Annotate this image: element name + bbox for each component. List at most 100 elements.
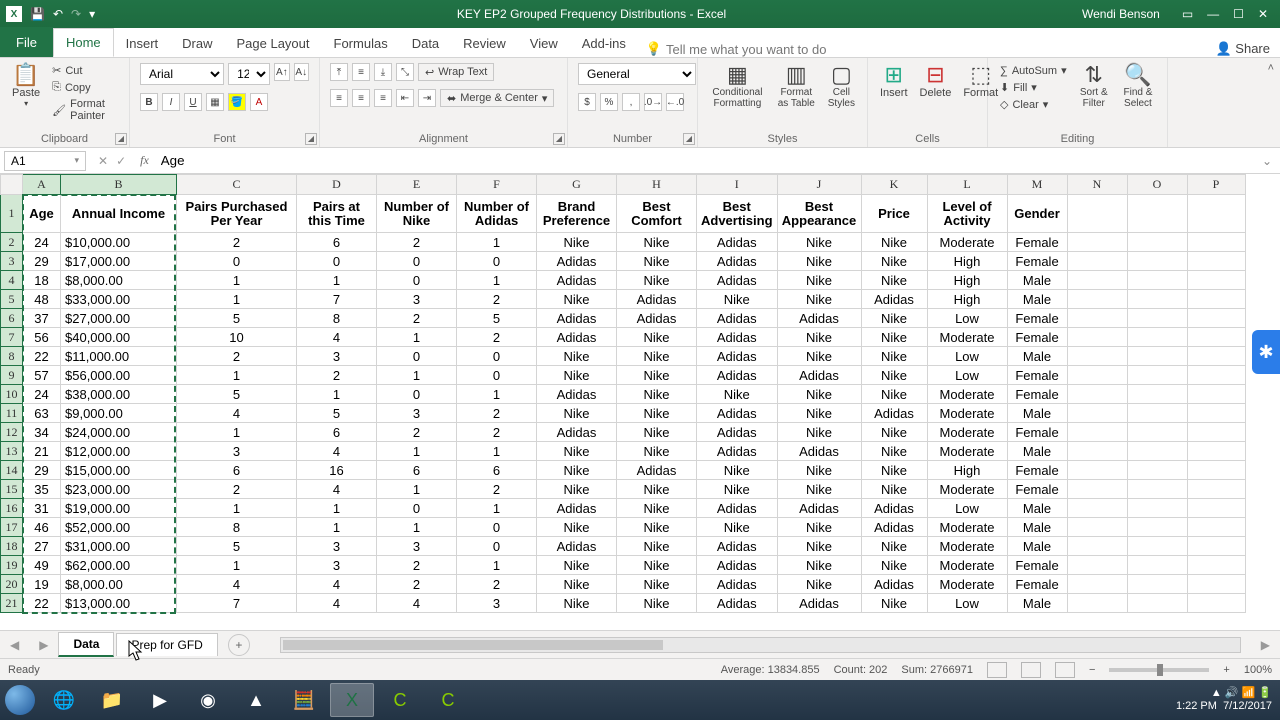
cell-F7[interactable]: 2 [457,328,537,347]
cell-P1[interactable] [1187,195,1245,233]
row-header-6[interactable]: 6 [1,309,23,328]
cell-D13[interactable]: 4 [297,442,377,461]
cell-I10[interactable]: Nike [697,385,778,404]
cell-M5[interactable]: Male [1007,290,1067,309]
cell-C20[interactable]: 4 [177,575,297,594]
cell-L12[interactable]: Moderate [927,423,1007,442]
cell-A21[interactable]: 22 [23,594,61,613]
cell-D5[interactable]: 7 [297,290,377,309]
cell-B6[interactable]: $27,000.00 [61,309,177,328]
cell-O3[interactable] [1127,252,1187,271]
tab-data[interactable]: Data [400,30,451,57]
cell-M11[interactable]: Male [1007,404,1067,423]
row-header-19[interactable]: 19 [1,556,23,575]
cell-E17[interactable]: 1 [377,518,457,537]
cell-J2[interactable]: Nike [777,233,861,252]
maximize-icon[interactable]: ☐ [1233,7,1244,21]
cell-C18[interactable]: 5 [177,537,297,556]
cell-L16[interactable]: Low [927,499,1007,518]
cell-N19[interactable] [1067,556,1127,575]
cell-A2[interactable]: 24 [23,233,61,252]
cell-L13[interactable]: Moderate [927,442,1007,461]
cell-L14[interactable]: High [927,461,1007,480]
taskbar-app-icon[interactable]: C [426,683,470,717]
cell-F3[interactable]: 0 [457,252,537,271]
cell-B7[interactable]: $40,000.00 [61,328,177,347]
cell-A10[interactable]: 24 [23,385,61,404]
cell-I17[interactable]: Nike [697,518,778,537]
cell-J14[interactable]: Nike [777,461,861,480]
cell-J21[interactable]: Adidas [777,594,861,613]
cell-P3[interactable] [1187,252,1245,271]
taskbar-ie-icon[interactable]: 🌐 [42,683,86,717]
cell-G18[interactable]: Adidas [537,537,617,556]
add-sheet-button[interactable]: + [228,634,250,656]
col-header-B[interactable]: B [61,175,177,195]
taskbar-calc-icon[interactable]: 🧮 [282,683,326,717]
align-right-icon[interactable]: ≡ [374,89,392,107]
cell-H2[interactable]: Nike [617,233,697,252]
cell-H4[interactable]: Nike [617,271,697,290]
cell-I18[interactable]: Adidas [697,537,778,556]
cell-G15[interactable]: Nike [537,480,617,499]
cell-E19[interactable]: 2 [377,556,457,575]
taskbar-drive-icon[interactable]: ▲ [234,683,278,717]
cell-O17[interactable] [1127,518,1187,537]
cell-P16[interactable] [1187,499,1245,518]
cell-K16[interactable]: Adidas [861,499,927,518]
row-header-20[interactable]: 20 [1,575,23,594]
cell-P11[interactable] [1187,404,1245,423]
cell-C14[interactable]: 6 [177,461,297,480]
zoom-level[interactable]: 100% [1244,664,1272,676]
cell-F17[interactable]: 0 [457,518,537,537]
cell-E7[interactable]: 1 [377,328,457,347]
cell-G6[interactable]: Adidas [537,309,617,328]
cell-K11[interactable]: Adidas [861,404,927,423]
cell-L15[interactable]: Moderate [927,480,1007,499]
cell-L5[interactable]: High [927,290,1007,309]
cell-M10[interactable]: Female [1007,385,1067,404]
cell-B15[interactable]: $23,000.00 [61,480,177,499]
cell-M13[interactable]: Male [1007,442,1067,461]
cell-G7[interactable]: Adidas [537,328,617,347]
cell-K20[interactable]: Adidas [861,575,927,594]
spreadsheet-grid[interactable]: ABCDEFGHIJKLMNOP1AgeAnnual IncomePairs P… [0,174,1280,636]
cell-N21[interactable] [1067,594,1127,613]
cell-M2[interactable]: Female [1007,233,1067,252]
cell-C10[interactable]: 5 [177,385,297,404]
cell-L19[interactable]: Moderate [927,556,1007,575]
col-header-O[interactable]: O [1127,175,1187,195]
cell-A15[interactable]: 35 [23,480,61,499]
cell-O18[interactable] [1127,537,1187,556]
taskbar-media-icon[interactable]: ▶ [138,683,182,717]
cell-D8[interactable]: 3 [297,347,377,366]
cell-M1[interactable]: Gender [1007,195,1067,233]
cell-B11[interactable]: $9,000.00 [61,404,177,423]
autosum-button[interactable]: ∑ AutoSum ▾ [998,63,1069,78]
side-panel-toggle[interactable]: ✱ [1252,330,1280,374]
taskbar-chrome-icon[interactable]: ◉ [186,683,230,717]
cell-H10[interactable]: Nike [617,385,697,404]
cell-P9[interactable] [1187,366,1245,385]
view-layout-icon[interactable] [1021,662,1041,678]
cell-H8[interactable]: Nike [617,347,697,366]
cell-C1[interactable]: Pairs Purchased Per Year [177,195,297,233]
tab-insert[interactable]: Insert [114,30,171,57]
cell-O1[interactable] [1127,195,1187,233]
cell-K1[interactable]: Price [861,195,927,233]
cell-F2[interactable]: 1 [457,233,537,252]
fx-icon[interactable]: fx [134,153,155,168]
cell-D7[interactable]: 4 [297,328,377,347]
cell-B9[interactable]: $56,000.00 [61,366,177,385]
cell-C17[interactable]: 8 [177,518,297,537]
cell-E20[interactable]: 2 [377,575,457,594]
cell-E11[interactable]: 3 [377,404,457,423]
cell-D12[interactable]: 6 [297,423,377,442]
cell-C4[interactable]: 1 [177,271,297,290]
cell-K7[interactable]: Nike [861,328,927,347]
cell-J13[interactable]: Adidas [777,442,861,461]
cell-I12[interactable]: Adidas [697,423,778,442]
cell-N4[interactable] [1067,271,1127,290]
cell-P20[interactable] [1187,575,1245,594]
cell-G1[interactable]: Brand Preference [537,195,617,233]
